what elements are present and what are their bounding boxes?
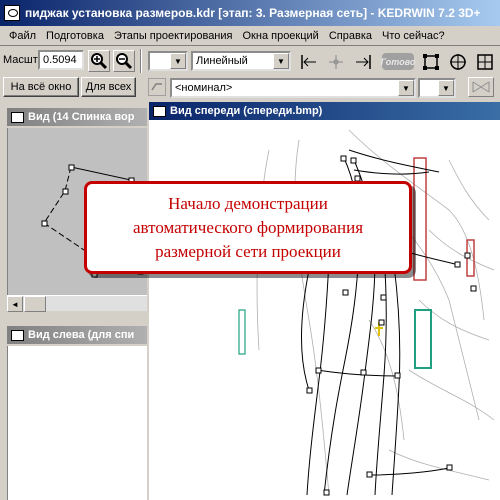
- target-icon[interactable]: [447, 51, 469, 73]
- window-icon: [11, 329, 24, 341]
- app-icon[interactable]: [4, 5, 20, 21]
- window-icon: [153, 105, 166, 117]
- menu-prepare[interactable]: Подготовка: [41, 30, 109, 42]
- line-type-value: Линейный: [196, 55, 248, 67]
- demo-callout-text: Начало демонстрации автоматического форм…: [132, 193, 364, 261]
- line-type-select[interactable]: Линейный ▼: [191, 51, 291, 71]
- chevron-down-icon[interactable]: ▼: [170, 53, 186, 69]
- app-title-bar[interactable]: пиджак установка размеров.kdr [этап: 3. …: [0, 0, 500, 26]
- scroll-left-icon[interactable]: ◄: [7, 296, 23, 312]
- scale-input[interactable]: 0.5094: [38, 50, 84, 70]
- chevron-down-icon[interactable]: ▼: [438, 80, 454, 96]
- crosshair-icon[interactable]: [325, 51, 347, 73]
- scale-label: Масшт: [3, 54, 38, 66]
- left-view-title-bar[interactable]: Вид слева (для спи: [7, 326, 147, 344]
- chevron-down-icon[interactable]: ▼: [273, 53, 289, 69]
- menu-design-stages[interactable]: Этапы проектирования: [109, 30, 238, 42]
- size-variant-select[interactable]: ▼: [418, 78, 456, 98]
- menu-file[interactable]: Файл: [4, 30, 41, 42]
- menu-bar: Файл Подготовка Этапы проектирования Окн…: [0, 26, 500, 46]
- left-view-canvas[interactable]: [7, 346, 147, 500]
- back-view-title-bar[interactable]: Вид (14 Спинка вор: [7, 108, 147, 126]
- menu-whats-now[interactable]: Что сейчас?: [377, 30, 450, 42]
- menu-projection-windows[interactable]: Окна проекций: [238, 30, 324, 42]
- front-view-title-bar[interactable]: Вид спереди (спереди.bmp): [149, 102, 500, 120]
- object-select[interactable]: ▼: [148, 51, 188, 71]
- size-select[interactable]: <номинал> ▼: [170, 78, 416, 98]
- apply-to-all-button[interactable]: Для всех: [81, 77, 136, 97]
- window-icon: [11, 111, 24, 123]
- align-left-icon[interactable]: [298, 51, 320, 73]
- grid-icon[interactable]: [474, 51, 496, 73]
- front-view-title: Вид спереди (спереди.bmp): [170, 105, 323, 117]
- align-right-icon[interactable]: [352, 51, 374, 73]
- zoom-in-button[interactable]: [88, 50, 110, 72]
- zoom-out-button[interactable]: [113, 50, 135, 72]
- frame-select-icon[interactable]: [420, 51, 442, 73]
- scroll-thumb[interactable]: [24, 296, 46, 312]
- demo-callout: Начало демонстрации автоматического форм…: [84, 181, 412, 274]
- zoom-in-icon: [91, 53, 108, 70]
- menu-help[interactable]: Справка: [324, 30, 377, 42]
- back-view-scrollbar[interactable]: ◄: [7, 295, 147, 312]
- ready-button[interactable]: Готово: [381, 53, 415, 70]
- chevron-down-icon[interactable]: ▼: [398, 80, 414, 96]
- size-link-icon[interactable]: [148, 78, 166, 96]
- back-view-title: Вид (14 Спинка вор: [28, 111, 135, 123]
- toolbar-separator: [140, 49, 142, 73]
- size-select-value: <номинал>: [175, 82, 233, 94]
- front-pattern-drawing: [238, 129, 495, 496]
- left-view-title: Вид слева (для спи: [28, 329, 135, 341]
- measure-icon[interactable]: [468, 77, 494, 97]
- zoom-out-icon: [116, 53, 133, 70]
- window-title: пиджак установка размеров.kdr [этап: 3. …: [25, 6, 481, 20]
- front-view-canvas[interactable]: [149, 120, 500, 500]
- fit-to-window-button[interactable]: На всё окно: [3, 77, 79, 97]
